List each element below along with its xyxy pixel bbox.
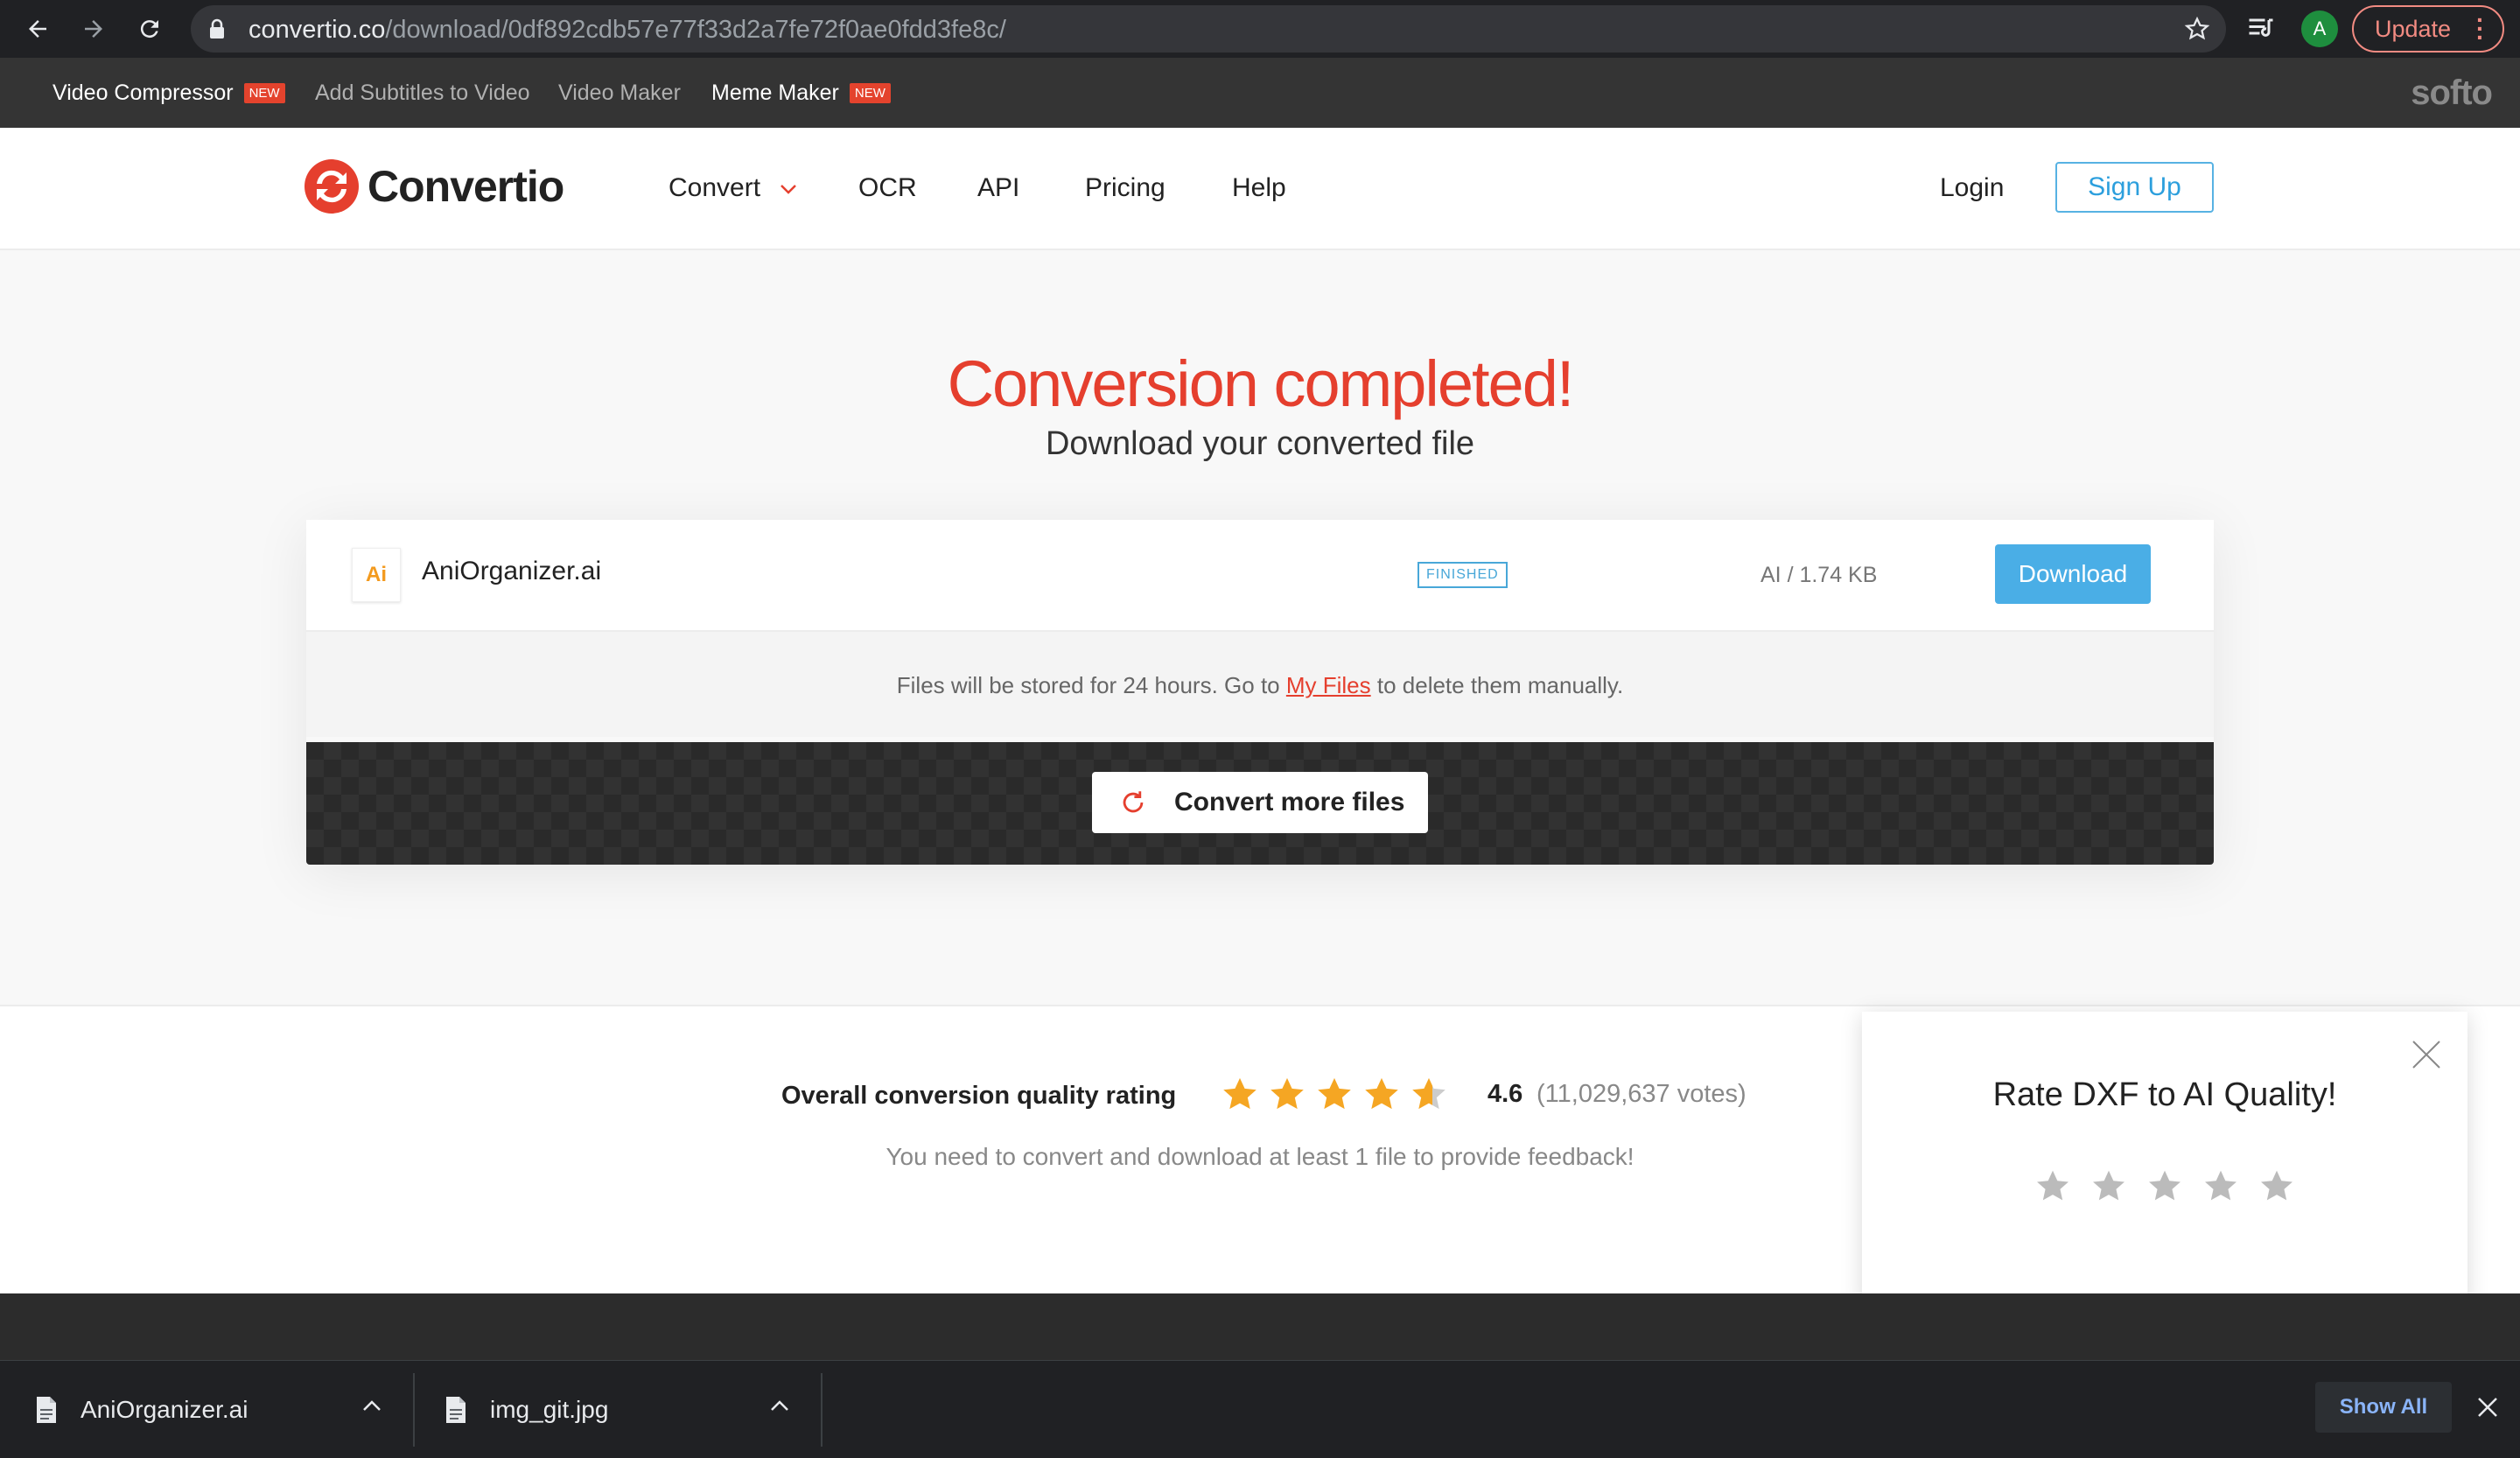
promo-link-video-maker[interactable]: Video Maker — [558, 81, 681, 106]
download-button[interactable]: Download — [1995, 544, 2151, 604]
file-size: AI / 1.74 KB — [1760, 563, 1878, 587]
footer — [0, 1293, 2520, 1362]
nav-api[interactable]: API — [977, 173, 1019, 203]
lock-icon — [208, 18, 226, 39]
nav-pricing[interactable]: Pricing — [1085, 173, 1166, 203]
signup-button[interactable]: Sign Up — [2055, 162, 2214, 213]
site-header: Convertio Convert OCR API Pricing Help L… — [0, 128, 2520, 250]
nav-label: Convert — [668, 173, 761, 202]
rate-star-icon[interactable] — [2258, 1167, 2296, 1206]
profile-avatar[interactable]: A — [2301, 11, 2338, 47]
new-badge: NEW — [243, 83, 285, 103]
storage-note-text-end: to delete them manually. — [1370, 672, 1624, 698]
star-icon — [1318, 1077, 1351, 1110]
star-icon — [1365, 1077, 1398, 1110]
nav-convert[interactable]: Convert — [668, 173, 797, 203]
ai-file-icon: Ai — [352, 548, 401, 602]
promo-link-meme-maker[interactable]: Meme Maker NEW — [711, 81, 891, 106]
promo-bar: Video Compressor NEW Add Subtitles to Vid… — [0, 58, 2520, 128]
rating-score: 4.6 — [1488, 1080, 1523, 1108]
rate-popup: Rate DXF to AI Quality! — [1862, 1012, 2468, 1306]
url-host: convertio.co — [248, 16, 386, 44]
promo-link-add-subtitles[interactable]: Add Subtitles to Video — [315, 81, 530, 106]
convert-more-label: Convert more files — [1174, 788, 1405, 817]
file-icon — [446, 1397, 466, 1423]
download-filename: img_git.jpg — [490, 1396, 609, 1423]
softo-logo[interactable]: softo — [2411, 74, 2493, 113]
storage-note: Files will be stored for 24 hours. Go to… — [306, 630, 2214, 737]
refresh-icon — [1123, 791, 1144, 813]
rate-star-icon[interactable] — [2202, 1167, 2240, 1206]
promo-label: Add Subtitles to Video — [315, 81, 530, 105]
file-icon — [37, 1397, 56, 1423]
rate-popup-title: Rate DXF to AI Quality! — [1992, 1076, 2337, 1113]
rating-label: Overall conversion quality rating — [781, 1082, 1177, 1110]
file-card: Ai AniOrganizer.ai FINISHED AI / 1.74 KB… — [306, 520, 2214, 865]
chevron-up-icon[interactable] — [362, 1399, 382, 1412]
login-link[interactable]: Login — [1940, 173, 2004, 203]
convertio-logo[interactable]: Convertio — [304, 159, 564, 214]
rate-star-icon[interactable] — [2090, 1167, 2128, 1206]
address-bar[interactable]: convertio.co/download/0df892cdb57e77f33d… — [191, 5, 2226, 53]
star-icon — [1270, 1077, 1304, 1110]
reload-icon[interactable] — [130, 9, 170, 49]
promo-label: Meme Maker — [711, 81, 839, 105]
download-shelf: AniOrganizer.ai img_git.jpg Show All — [0, 1360, 2520, 1458]
nav-ocr[interactable]: OCR — [858, 173, 917, 203]
rating-stars — [1220, 1075, 1449, 1115]
star-icon — [1223, 1077, 1256, 1110]
convert-more-bar: Convert more files — [306, 742, 2214, 865]
reading-list-icon[interactable] — [2245, 12, 2277, 44]
promo-label: Video Maker — [558, 81, 681, 105]
download-item-aniorganizer[interactable]: AniOrganizer.ai — [35, 1361, 385, 1458]
update-button[interactable]: Update · · · — [2352, 5, 2504, 53]
my-files-link[interactable]: My Files — [1286, 672, 1371, 698]
rate-star-icon[interactable] — [2146, 1167, 2184, 1206]
rate-stars — [2034, 1167, 2296, 1206]
page-subtitle: Download your converted file — [1045, 425, 1475, 462]
url-text: convertio.co/download/0df892cdb57e77f33d… — [248, 16, 1006, 45]
convert-more-button[interactable]: Convert more files — [1092, 772, 1428, 833]
file-row: Ai AniOrganizer.ai FINISHED AI / 1.74 KB… — [306, 520, 2214, 630]
logo-text: Convertio — [368, 162, 564, 211]
shelf-divider — [821, 1373, 822, 1447]
chevron-down-icon — [780, 185, 797, 194]
forward-icon[interactable] — [74, 9, 114, 49]
browser-toolbar: convertio.co/download/0df892cdb57e77f33d… — [0, 0, 2520, 58]
close-icon[interactable] — [2412, 1040, 2441, 1069]
shelf-divider — [413, 1373, 415, 1447]
promo-link-video-compressor[interactable]: Video Compressor NEW — [52, 81, 285, 106]
rating-votes: (11,029,637 votes) — [1536, 1080, 1746, 1108]
status-badge: FINISHED — [1418, 562, 1508, 588]
more-icon[interactable]: · · · — [2476, 8, 2484, 50]
star-icon[interactable] — [2184, 16, 2210, 42]
storage-note-text: Files will be stored for 24 hours. Go to — [896, 672, 1286, 698]
close-icon[interactable] — [2476, 1396, 2499, 1419]
rate-star-icon[interactable] — [2034, 1167, 2072, 1206]
new-badge: NEW — [849, 83, 891, 103]
nav-help[interactable]: Help — [1232, 173, 1286, 203]
page-title: Conversion completed! — [947, 347, 1575, 420]
star-icon — [1412, 1077, 1446, 1110]
download-filename: AniOrganizer.ai — [80, 1396, 248, 1423]
download-item-img-git[interactable]: img_git.jpg — [444, 1361, 794, 1458]
show-all-button[interactable]: Show All — [2315, 1382, 2452, 1433]
chevron-up-icon[interactable] — [770, 1399, 789, 1412]
update-label: Update — [2375, 15, 2452, 42]
convertio-logo-icon — [304, 159, 359, 214]
file-name: AniOrganizer.ai — [422, 557, 602, 585]
url-path: /download/0df892cdb57e77f33d2a7fe72f0ae0… — [385, 16, 1006, 44]
back-icon[interactable] — [18, 9, 58, 49]
promo-label: Video Compressor — [52, 81, 234, 105]
